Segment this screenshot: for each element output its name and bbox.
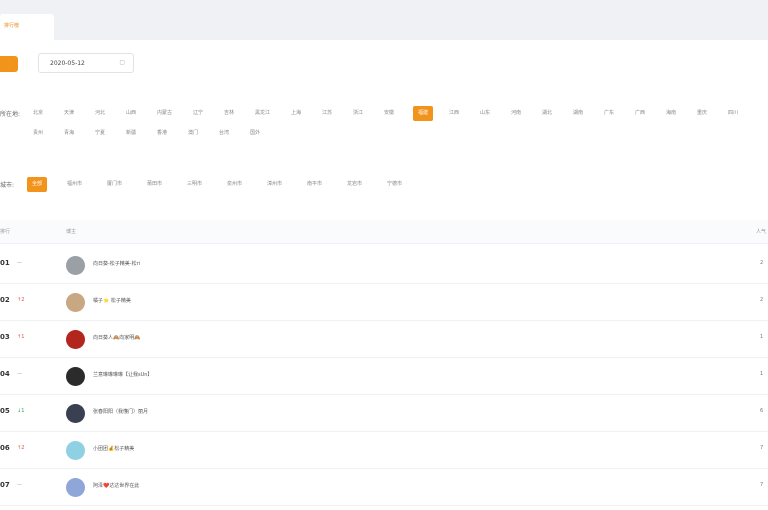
region-chip[interactable]: 河南	[509, 106, 523, 121]
city-chip[interactable]: 宁德市	[385, 177, 404, 192]
tab-ranking[interactable]: 排行榜	[0, 14, 54, 40]
popularity-value: 1	[760, 371, 764, 377]
city-chip[interactable]: 莆田市	[145, 177, 164, 192]
region-chip[interactable]: 广西	[633, 106, 647, 121]
blogger-name[interactable]: 橘子⭐ 松子精美	[93, 297, 131, 304]
popularity-value: 2	[760, 260, 764, 266]
rank-trend: ↑1	[17, 334, 25, 340]
region-chip[interactable]: 香港	[155, 126, 169, 141]
city-chip[interactable]: 福州市	[65, 177, 84, 192]
region-chip[interactable]: 浙江	[351, 106, 365, 121]
calendar-icon: ▢	[119, 59, 125, 66]
region-chip[interactable]: 天津	[62, 106, 76, 121]
table-row[interactable]: 01 — 向日葵-松子精美-松ri 2	[0, 247, 768, 284]
rank-trend: —	[17, 260, 22, 266]
table-row[interactable]: 02 ↑2 橘子⭐ 松子精美 2	[0, 284, 768, 321]
header-name: 博主	[66, 229, 77, 235]
city-chip[interactable]: 龙岩市	[345, 177, 364, 192]
rank-number: 02	[0, 296, 10, 304]
region-chip[interactable]: 广东	[602, 106, 616, 121]
avatar[interactable]	[66, 367, 85, 386]
avatar[interactable]	[66, 293, 85, 312]
date-picker-input[interactable]: 2020-05-12 ▢	[38, 53, 134, 73]
city-chip[interactable]: 南平市	[305, 177, 324, 192]
region-chip[interactable]: 北京	[31, 106, 45, 121]
rank-trend: —	[17, 371, 22, 377]
blogger-name[interactable]: 小团团💰松子精美	[93, 445, 134, 452]
region-chip[interactable]: 宁夏	[93, 126, 107, 141]
avatar[interactable]	[66, 478, 85, 497]
city-filter-label: 城市:	[0, 182, 15, 189]
city-chip[interactable]: 厦门市	[105, 177, 124, 192]
avatar[interactable]	[66, 256, 85, 275]
region-chip[interactable]: 山西	[124, 106, 138, 121]
table-header: 排行 博主 人气	[0, 220, 768, 244]
region-chip[interactable]: 福建	[413, 106, 434, 121]
city-chip[interactable]: 漳州市	[265, 177, 284, 192]
region-chip[interactable]: 内蒙古	[155, 106, 174, 121]
rank-number: 01	[0, 259, 10, 267]
avatar[interactable]	[66, 404, 85, 423]
table-row[interactable]: 05 ↓1 张春阳阳（我懂门）丽月 6	[0, 395, 768, 432]
header-value: 人气	[756, 229, 767, 235]
table-row[interactable]: 04 — 兰意琳琳琳琳【让我sUn】 1	[0, 358, 768, 395]
table-row[interactable]: 07 — 阿泽❤️达达世界在此 7	[0, 469, 768, 506]
region-chip[interactable]: 黑龙江	[253, 106, 272, 121]
top-tab-bar: 排行榜	[0, 0, 768, 40]
rank-number: 05	[0, 407, 10, 415]
region-chip[interactable]: 澳门	[186, 126, 200, 141]
region-chip[interactable]: 上海	[289, 106, 303, 121]
rank-trend: ↑2	[17, 445, 25, 451]
region-chip[interactable]: 海南	[664, 106, 678, 121]
region-chip[interactable]: 河北	[93, 106, 107, 121]
blogger-name[interactable]: 张春阳阳（我懂门）丽月	[93, 408, 148, 415]
table-row[interactable]: 06 ↑2 小团团💰松子精美 7	[0, 432, 768, 469]
region-chip[interactable]: 国外	[248, 126, 262, 141]
table-row[interactable]: 03 ↑1 向日葵人🙈向家明🙈 1	[0, 321, 768, 358]
query-button[interactable]	[0, 56, 18, 72]
rank-number: 03	[0, 333, 10, 341]
rank-number: 07	[0, 481, 10, 489]
blogger-name[interactable]: 向日葵-松子精美-松ri	[93, 260, 140, 267]
rank-trend: ↑2	[17, 297, 25, 303]
region-chip[interactable]: 重庆	[695, 106, 709, 121]
blogger-name[interactable]: 向日葵人🙈向家明🙈	[93, 334, 140, 341]
popularity-value: 1	[760, 334, 764, 340]
popularity-value: 7	[760, 482, 764, 488]
region-chip[interactable]: 四川	[726, 106, 740, 121]
popularity-value: 6	[760, 408, 764, 414]
region-filter-label: 所在地:	[0, 111, 21, 118]
region-chip[interactable]: 吉林	[222, 106, 236, 121]
rank-number: 06	[0, 444, 10, 452]
date-value: 2020-05-12	[50, 60, 85, 67]
region-chip[interactable]: 青海	[62, 126, 76, 141]
region-chip[interactable]: 山东	[478, 106, 492, 121]
tab-ranking-label: 排行榜	[4, 23, 20, 29]
rank-trend: —	[17, 482, 22, 488]
city-chip[interactable]: 三明市	[185, 177, 204, 192]
region-chip[interactable]: 新疆	[124, 126, 138, 141]
region-chip[interactable]: 湖北	[540, 106, 554, 121]
rank-trend: ↓1	[17, 408, 25, 414]
city-chip[interactable]: 全部	[27, 177, 48, 192]
region-chip[interactable]: 江西	[447, 106, 461, 121]
rank-number: 04	[0, 370, 10, 378]
city-chip[interactable]: 泉州市	[225, 177, 244, 192]
popularity-value: 2	[760, 297, 764, 303]
region-chip[interactable]: 安徽	[382, 106, 396, 121]
popularity-value: 7	[760, 445, 764, 451]
header-rank: 排行	[0, 229, 11, 235]
blogger-name[interactable]: 兰意琳琳琳琳【让我sUn】	[93, 371, 152, 378]
blogger-name[interactable]: 阿泽❤️达达世界在此	[93, 482, 139, 489]
avatar[interactable]	[66, 441, 85, 460]
avatar[interactable]	[66, 330, 85, 349]
region-chip[interactable]: 贵州	[31, 126, 45, 141]
region-chip[interactable]: 辽宁	[191, 106, 205, 121]
region-chip[interactable]: 湖南	[571, 106, 585, 121]
region-chip[interactable]: 江苏	[320, 106, 334, 121]
region-chip[interactable]: 台湾	[217, 126, 231, 141]
